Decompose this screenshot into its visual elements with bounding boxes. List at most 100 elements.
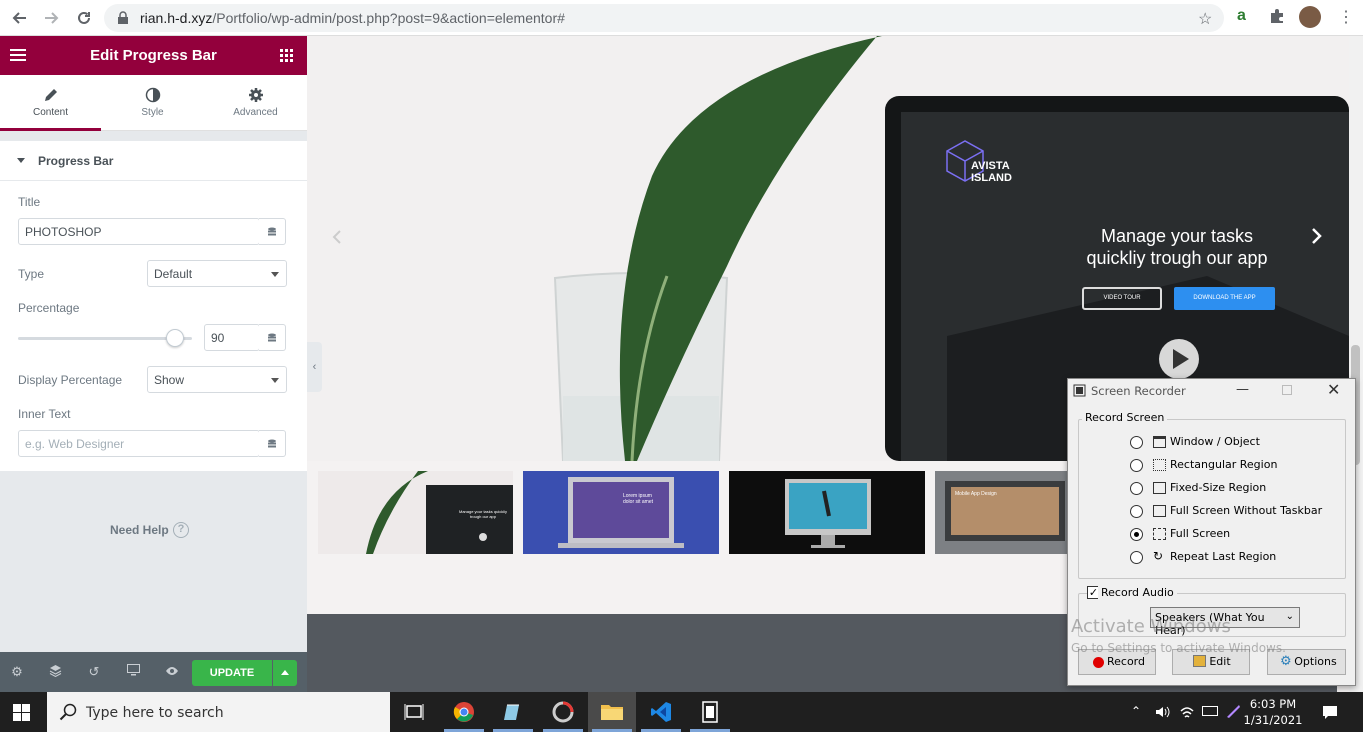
record-audio-label: Record Audio (1098, 586, 1177, 599)
download-app-button[interactable]: DOWNLOAD THE APP (1174, 287, 1275, 310)
system-clock[interactable]: 6:03 PM 1/31/2021 (1243, 696, 1303, 728)
tab-style-label: Style (141, 107, 164, 118)
chrome-icon[interactable] (440, 692, 488, 732)
vscode-icon[interactable] (637, 692, 685, 732)
inner-text-input[interactable]: e.g. Web Designer (18, 430, 260, 457)
back-arrow-icon[interactable] (7, 6, 31, 30)
panel-header: Edit Progress Bar (0, 36, 307, 75)
slide-thumbnail[interactable]: Lorem ipsum dolor sit amet (523, 471, 719, 554)
dynamic-tags-icon[interactable] (259, 218, 286, 245)
profile-avatar[interactable] (1299, 6, 1321, 28)
screen-recorder-taskbar-icon[interactable] (686, 692, 734, 732)
maximize-icon[interactable] (1282, 385, 1292, 395)
option-fixed-size-region[interactable]: Fixed-Size Region (1130, 480, 1340, 498)
panel-tabs: Content Style Advanced (0, 75, 307, 131)
radio-window-object[interactable] (1130, 436, 1143, 449)
forward-arrow-icon[interactable] (40, 6, 64, 30)
hero-heading-line1: Manage your tasks (1100, 226, 1254, 246)
notifications-icon[interactable] (1322, 704, 1338, 723)
tab-content[interactable]: Content (0, 75, 101, 131)
update-options-button[interactable] (273, 660, 297, 686)
radio-full-screen-without-taskbar[interactable] (1130, 505, 1143, 518)
layers-icon[interactable] (47, 664, 63, 680)
task-view-icon[interactable] (390, 692, 438, 732)
percentage-input[interactable]: 90 (204, 324, 260, 351)
section-title: Progress Bar (38, 154, 114, 168)
minimize-icon[interactable]: — (1236, 382, 1249, 397)
elementor-panel: Edit Progress Bar Content Style Advanced… (0, 36, 307, 692)
type-select-value: Default (154, 267, 193, 281)
option-rectangular-region[interactable]: Rectangular Region (1130, 457, 1340, 475)
radio-full-screen[interactable] (1130, 528, 1143, 541)
extensions-puzzle-icon[interactable] (1269, 8, 1285, 27)
options-button-label: Options (1294, 655, 1337, 668)
option-label: Fixed-Size Region (1170, 481, 1267, 494)
tab-advanced-label: Advanced (233, 107, 278, 118)
thumb-1-heading: Manage your tasks quickliy trough our ap… (458, 509, 508, 519)
radio-rectangular-region[interactable] (1130, 459, 1143, 472)
percentage-slider-handle[interactable] (165, 329, 184, 347)
responsive-desktop-icon[interactable] (125, 664, 141, 680)
select-caret-icon (271, 378, 279, 383)
tab-advanced[interactable]: Advanced (205, 75, 306, 131)
slide-thumbnail[interactable]: Mobile App Design (935, 471, 1075, 554)
video-tour-button[interactable]: VIDEO TOUR (1082, 287, 1162, 310)
question-circle-icon[interactable]: ? (173, 522, 189, 538)
thumb-4-heading: Mobile App Design (955, 491, 997, 497)
panel-collapse-toggle[interactable]: ‹ (307, 342, 322, 392)
aperture-app-icon[interactable] (539, 692, 587, 732)
recorder-title: Screen Recorder (1091, 384, 1186, 398)
dynamic-tags-icon[interactable] (259, 430, 286, 457)
update-button[interactable]: UPDATE (192, 660, 272, 686)
gear-icon (248, 88, 263, 102)
file-explorer-icon[interactable] (588, 692, 636, 732)
windows-start-icon[interactable] (13, 704, 30, 724)
option-full-screen[interactable]: Full Screen (1130, 526, 1340, 544)
preview-eye-icon[interactable] (164, 664, 180, 680)
radio-repeat-last-region[interactable] (1130, 551, 1143, 564)
volume-icon[interactable] (1154, 704, 1170, 723)
browser-menu-icon[interactable]: ⋮ (1338, 7, 1354, 27)
need-help-link[interactable]: Need Help (110, 523, 169, 537)
display-percentage-select[interactable]: Show (147, 366, 287, 393)
bookmark-star-icon[interactable]: ☆ (1198, 9, 1212, 29)
show-hidden-icons-chevron-icon[interactable]: ⌃ (1131, 704, 1141, 718)
section-progress-bar-header[interactable]: Progress Bar (0, 141, 307, 181)
settings-gear-icon[interactable]: ⚙ (9, 664, 25, 680)
history-icon[interactable]: ↺ (86, 664, 102, 680)
option-full-screen-without-taskbar[interactable]: Full Screen Without Taskbar (1130, 503, 1340, 521)
hero-heading: Manage your tasks quickliy trough our ap… (1067, 225, 1287, 269)
url-path: /Portfolio/wp-admin/post.php?post=9&acti… (212, 10, 565, 26)
record-screen-legend: Record Screen (1082, 411, 1168, 424)
thumb-2-image (558, 477, 684, 548)
address-bar[interactable]: rian.h-d.xyz/Portfolio/wp-admin/post.php… (104, 4, 1224, 32)
record-button-label: Record (1106, 655, 1145, 668)
option-label: Full Screen Without Taskbar (1170, 504, 1323, 517)
pen-workspace-icon[interactable] (1224, 702, 1242, 723)
extension-af-icon[interactable]: a (1237, 7, 1246, 25)
option-window-object[interactable]: Window / Object (1130, 434, 1340, 452)
type-select[interactable]: Default (147, 260, 287, 287)
battery-icon[interactable] (1202, 706, 1218, 716)
title-input[interactable]: PHOTOSHOP (18, 218, 260, 245)
dynamic-tags-icon[interactable] (259, 324, 286, 351)
widgets-grid-icon[interactable] (280, 49, 293, 65)
option-label: Window / Object (1170, 435, 1260, 448)
taskbar-search-box[interactable]: Type here to search (47, 692, 390, 732)
wifi-icon[interactable] (1179, 704, 1195, 723)
reload-icon[interactable] (72, 6, 96, 30)
activate-windows-subtext: Go to Settings to activate Windows. (1071, 641, 1286, 655)
panel-footer: ⚙ ↺ UPDATE (0, 652, 307, 692)
screen-icon (1153, 505, 1166, 517)
clock-time: 6:03 PM (1249, 697, 1297, 711)
edit-clip-icon (1193, 655, 1206, 667)
radio-fixed-size-region[interactable] (1130, 482, 1143, 495)
slide-thumbnail[interactable] (729, 471, 925, 554)
tab-style[interactable]: Style (102, 75, 203, 131)
close-icon[interactable]: ✕ (1327, 380, 1340, 399)
fullscreen-icon (1153, 528, 1166, 540)
slide-thumbnail[interactable]: Manage your tasks quickliy trough our ap… (318, 471, 513, 554)
url-text: rian.h-d.xyz/Portfolio/wp-admin/post.php… (140, 10, 565, 26)
option-repeat-last-region[interactable]: ↻ Repeat Last Region (1130, 549, 1340, 567)
notepad-icon[interactable] (489, 692, 537, 732)
